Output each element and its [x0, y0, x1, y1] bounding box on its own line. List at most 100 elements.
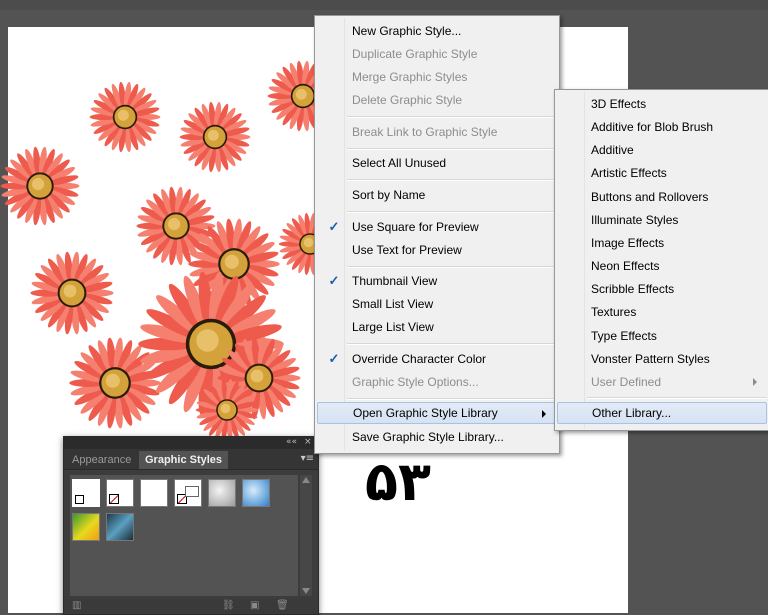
submenu-item-user-defined[interactable]: User Defined: [557, 371, 767, 393]
submenu-item-label: Scribble Effects: [591, 282, 675, 296]
submenu-item-label: Type Effects: [591, 329, 657, 343]
menu-item-label: Break Link to Graphic Style: [352, 125, 498, 139]
delete-style-icon[interactable]: 🗑: [276, 600, 289, 611]
menu-separator: [347, 398, 557, 400]
menu-item-delete-graphic-style[interactable]: Delete Graphic Style: [317, 89, 557, 111]
panel-menu-icon[interactable]: ▾≡: [301, 453, 314, 464]
menu-item-label: Small List View: [352, 297, 434, 311]
swatch-scrollbar[interactable]: [300, 475, 312, 596]
menu-item-sort-by-name[interactable]: Sort by Name: [317, 184, 557, 206]
submenu-item-label: Neon Effects: [591, 259, 660, 273]
panel-tabs: Appearance Graphic Styles ▾≡: [64, 449, 318, 470]
submenu-item-textures[interactable]: Textures: [557, 301, 767, 323]
style-swatch-stroke[interactable]: [174, 479, 202, 507]
checkmark-icon: ✓: [328, 351, 340, 366]
submenu-arrow-icon: [753, 378, 757, 386]
menu-item-label: Override Character Color: [352, 352, 487, 366]
menu-item-label: Use Square for Preview: [352, 220, 479, 234]
menu-item-label: Sort by Name: [352, 188, 426, 202]
submenu-item-label: Image Effects: [591, 236, 665, 250]
checkmark-icon: ✓: [328, 273, 340, 288]
style-swatch-blue-glow[interactable]: [242, 479, 270, 507]
menu-item-duplicate-graphic-style[interactable]: Duplicate Graphic Style: [317, 43, 557, 65]
submenu-item-label: Vonster Pattern Styles: [591, 352, 710, 366]
menu-item-label: Save Graphic Style Library...: [352, 430, 504, 444]
scroll-up-icon[interactable]: [302, 477, 310, 483]
graphic-style-library-submenu: 3D Effects Additive for Blob Brush Addit…: [554, 89, 768, 431]
submenu-item-other-library[interactable]: Other Library...: [557, 402, 767, 424]
no-fill-icon: [109, 494, 119, 504]
style-swatch-gray-bevel[interactable]: [208, 479, 236, 507]
scroll-down-icon[interactable]: [302, 588, 310, 594]
menu-item-select-all-unused[interactable]: Select All Unused: [317, 152, 557, 174]
menu-item-label: Delete Graphic Style: [352, 93, 463, 107]
graphic-styles-panel: «« × Appearance Graphic Styles ▾≡ ▥ ⛓ ▣ …: [63, 436, 319, 615]
menu-item-merge-graphic-styles[interactable]: Merge Graphic Styles: [317, 66, 557, 88]
submenu-item-artistic-effects[interactable]: Artistic Effects: [557, 162, 767, 184]
artwork-text[interactable]: ۵۳: [365, 450, 431, 513]
menu-item-break-link[interactable]: Break Link to Graphic Style: [317, 121, 557, 143]
style-swatch-white[interactable]: [140, 479, 168, 507]
style-swatch-default[interactable]: [72, 479, 100, 507]
tab-appearance[interactable]: Appearance: [66, 451, 137, 469]
flower-shape: [30, 251, 114, 335]
submenu-item-additive-blob-brush[interactable]: Additive for Blob Brush: [557, 116, 767, 138]
panel-title-bar[interactable]: «« ×: [64, 437, 318, 449]
submenu-item-vonster-pattern-styles[interactable]: Vonster Pattern Styles: [557, 348, 767, 370]
menu-item-label: Merge Graphic Styles: [352, 70, 468, 84]
menu-item-label: New Graphic Style...: [352, 24, 462, 38]
submenu-item-neon-effects[interactable]: Neon Effects: [557, 255, 767, 277]
submenu-item-buttons-rollovers[interactable]: Buttons and Rollovers: [557, 186, 767, 208]
break-link-icon[interactable]: ⛓: [222, 600, 235, 611]
tab-graphic-styles[interactable]: Graphic Styles: [139, 451, 229, 469]
submenu-item-image-effects[interactable]: Image Effects: [557, 232, 767, 254]
libraries-menu-icon[interactable]: ▥: [72, 600, 81, 611]
panel-collapse-icon[interactable]: ««: [286, 437, 297, 447]
menu-item-label: Select All Unused: [352, 156, 447, 170]
submenu-item-label: User Defined: [591, 375, 662, 389]
flower-shape: [89, 81, 161, 153]
menu-item-save-graphic-style-library[interactable]: Save Graphic Style Library...: [317, 426, 557, 448]
submenu-item-type-effects[interactable]: Type Effects: [557, 325, 767, 347]
menu-separator: [347, 179, 557, 181]
submenu-item-label: Textures: [591, 305, 637, 319]
submenu-item-label: Other Library...: [592, 406, 672, 420]
menu-item-large-list-view[interactable]: Large List View: [317, 316, 557, 338]
menu-separator: [347, 211, 557, 213]
new-style-icon[interactable]: ▣: [250, 600, 259, 611]
menu-separator: [347, 148, 557, 150]
menu-item-new-graphic-style[interactable]: New Graphic Style...: [317, 20, 557, 42]
menu-item-use-square-for-preview[interactable]: ✓ Use Square for Preview: [317, 216, 557, 238]
menu-item-graphic-style-options[interactable]: Graphic Style Options...: [317, 371, 557, 393]
menu-item-open-graphic-style-library[interactable]: Open Graphic Style Library: [317, 402, 557, 424]
menu-item-label: Open Graphic Style Library: [353, 406, 498, 420]
flower-shape: [0, 146, 80, 226]
flower-shape: [69, 337, 161, 429]
menu-separator: [347, 266, 557, 268]
style-swatch-no-fill[interactable]: [106, 479, 134, 507]
graphic-styles-flyout-menu: New Graphic Style... Duplicate Graphic S…: [314, 15, 560, 454]
menu-item-use-text-for-preview[interactable]: Use Text for Preview: [317, 239, 557, 261]
submenu-item-label: Additive: [591, 143, 634, 157]
flower-shape: [179, 101, 251, 173]
submenu-item-illuminate-styles[interactable]: Illuminate Styles: [557, 209, 767, 231]
submenu-arrow-icon: [542, 410, 546, 418]
menu-item-label: Thumbnail View: [352, 274, 438, 288]
menu-separator: [347, 116, 557, 118]
submenu-item-additive[interactable]: Additive: [557, 139, 767, 161]
submenu-item-label: 3D Effects: [591, 97, 647, 111]
menu-item-label: Use Text for Preview: [352, 243, 462, 257]
submenu-item-3d-effects[interactable]: 3D Effects: [557, 93, 767, 115]
style-swatch-green-yellow[interactable]: [72, 513, 100, 541]
panel-close-icon[interactable]: ×: [304, 437, 312, 447]
checkmark-icon: ✓: [328, 219, 340, 234]
menu-item-thumbnail-view[interactable]: ✓ Thumbnail View: [317, 270, 557, 292]
style-swatch-blue-texture[interactable]: [106, 513, 134, 541]
menu-item-small-list-view[interactable]: Small List View: [317, 293, 557, 315]
panel-footer: ▥ ⛓ ▣ 🗑: [64, 599, 318, 614]
menu-item-label: Duplicate Graphic Style: [352, 47, 478, 61]
submenu-separator: [587, 397, 767, 399]
menu-item-override-character-color[interactable]: ✓ Override Character Color: [317, 348, 557, 370]
submenu-item-label: Additive for Blob Brush: [591, 120, 714, 134]
submenu-item-scribble-effects[interactable]: Scribble Effects: [557, 278, 767, 300]
